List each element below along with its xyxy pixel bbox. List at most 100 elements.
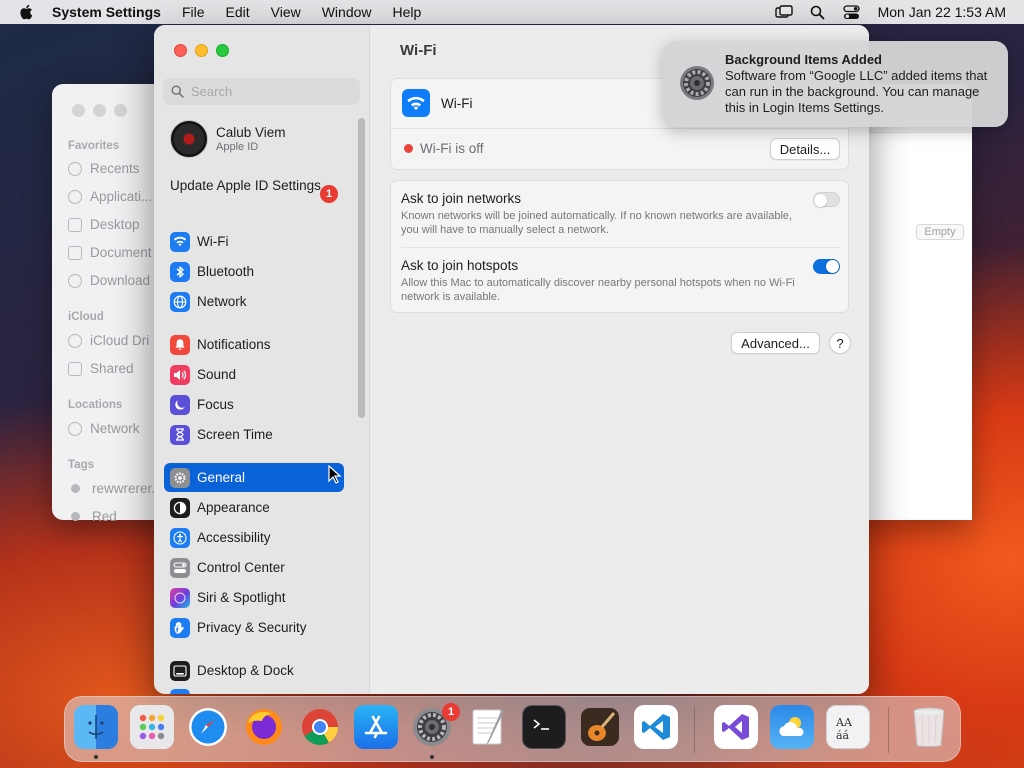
clock-icon bbox=[68, 161, 82, 176]
spotlight-search-icon[interactable] bbox=[808, 4, 828, 20]
sidebar-item-accessibility[interactable]: Accessibility bbox=[164, 523, 344, 552]
hand-icon bbox=[170, 617, 190, 638]
ask-join-networks-title: Ask to join networks bbox=[401, 191, 522, 206]
minimize-button[interactable] bbox=[195, 44, 208, 57]
advanced-button[interactable]: Advanced... bbox=[731, 332, 820, 354]
dock-garageband[interactable] bbox=[578, 705, 622, 749]
ask-join-hotspots-toggle[interactable] bbox=[813, 259, 840, 274]
sidebar-item-focus[interactable]: Focus bbox=[164, 390, 344, 419]
sidebar-item-control-center[interactable]: Control Center bbox=[164, 553, 344, 582]
finder-item-applications[interactable]: Applicati... bbox=[68, 189, 152, 204]
dock-font-book[interactable]: AA áá bbox=[826, 705, 870, 749]
sidebar-item-network[interactable]: Network bbox=[164, 287, 344, 316]
cloud-icon bbox=[68, 333, 82, 348]
sidebar-item-bluetooth[interactable]: Bluetooth bbox=[164, 257, 344, 286]
menu-help[interactable]: Help bbox=[393, 4, 422, 20]
sidebar-item-label: Wi-Fi bbox=[197, 234, 229, 249]
dock-visual-studio[interactable] bbox=[714, 705, 758, 749]
dock-textedit[interactable] bbox=[466, 705, 510, 749]
dock-trash[interactable] bbox=[907, 705, 951, 749]
finder-item-label: Document bbox=[90, 245, 152, 260]
app-menu[interactable]: System Settings bbox=[52, 4, 161, 20]
sidebar-item-privacy-security[interactable]: Privacy & Security bbox=[164, 613, 344, 642]
apple-id-account[interactable]: Calub Viem Apple ID bbox=[170, 120, 286, 158]
control-center-icon[interactable] bbox=[842, 4, 862, 20]
finder-maximize-button[interactable] bbox=[114, 104, 127, 117]
finder-item-tag[interactable]: Red bbox=[68, 509, 117, 524]
notification-body: Software from “Google LLC” added items t… bbox=[725, 68, 988, 115]
finder-item-label: Network bbox=[90, 421, 140, 436]
maximize-button[interactable] bbox=[216, 44, 229, 57]
ask-join-networks-description: Known networks will be joined automatica… bbox=[401, 210, 793, 236]
finder-minimize-button[interactable] bbox=[93, 104, 106, 117]
background-items-notification[interactable]: Background Items Added Software from “Go… bbox=[663, 41, 1008, 127]
dock-terminal[interactable] bbox=[522, 705, 566, 749]
apple-logo-icon[interactable] bbox=[18, 3, 36, 21]
dock-chrome[interactable] bbox=[298, 705, 342, 749]
sidebar-item-label: Focus bbox=[197, 397, 234, 412]
sidebar-item-label: Siri & Spotlight bbox=[197, 590, 286, 605]
update-apple-id-settings[interactable]: Update Apple ID Settings bbox=[170, 178, 340, 194]
sidebar-item-sound[interactable]: Sound bbox=[164, 360, 344, 389]
finder-item-tag[interactable]: rewwrerer... bbox=[68, 481, 163, 496]
finder-item-icloud-drive[interactable]: iCloud Dri bbox=[68, 333, 149, 348]
search-icon bbox=[171, 85, 184, 98]
dock-weather[interactable] bbox=[770, 705, 814, 749]
toggle-knob bbox=[826, 260, 839, 273]
globe-icon bbox=[68, 421, 82, 436]
finder-item-documents[interactable]: Document bbox=[68, 245, 152, 260]
sidebar-item-appearance[interactable]: Appearance bbox=[164, 493, 344, 522]
sidebar-item-label: Privacy & Security bbox=[197, 620, 307, 635]
dock-launchpad[interactable] bbox=[130, 705, 174, 749]
finder-item-label: Download bbox=[90, 273, 151, 288]
finder-item-shared[interactable]: Shared bbox=[68, 361, 134, 376]
finder-face-icon bbox=[88, 715, 104, 739]
finder-item-recents[interactable]: Recents bbox=[68, 161, 140, 176]
dock-safari[interactable] bbox=[186, 705, 230, 749]
menu-bar-clock[interactable]: Mon Jan 22 1:53 AM bbox=[878, 4, 1006, 20]
ask-join-hotspots-title: Ask to join hotspots bbox=[401, 258, 519, 273]
dock-app-store[interactable] bbox=[354, 705, 398, 749]
sidebar-item-desktop-dock[interactable]: Desktop & Dock bbox=[164, 656, 344, 685]
ask-join-networks-toggle[interactable] bbox=[813, 192, 840, 207]
dock-finder[interactable] bbox=[74, 705, 118, 749]
notification-title: Background Items Added bbox=[725, 52, 882, 67]
close-button[interactable] bbox=[174, 44, 187, 57]
document-icon bbox=[68, 245, 82, 260]
help-button[interactable]: ? bbox=[829, 332, 851, 354]
screen-mirroring-icon[interactable] bbox=[774, 4, 794, 20]
dock-vscode[interactable] bbox=[634, 705, 678, 749]
finder-section-locations: Locations bbox=[68, 399, 123, 411]
compass-icon bbox=[189, 708, 227, 746]
sidebar-item-siri-spotlight[interactable]: Siri & Spotlight bbox=[164, 583, 344, 612]
sidebar-item-label: General bbox=[197, 470, 246, 485]
menu-edit[interactable]: Edit bbox=[226, 4, 250, 20]
applications-icon bbox=[68, 189, 82, 204]
update-badge: 1 bbox=[320, 185, 338, 203]
dock-firefox[interactable] bbox=[242, 705, 286, 749]
sidebar-scrollbar[interactable] bbox=[358, 118, 365, 418]
sidebar-item-notifications[interactable]: Notifications bbox=[164, 330, 344, 359]
menu-file[interactable]: File bbox=[182, 4, 205, 20]
terminal-prompt-icon bbox=[533, 719, 549, 730]
search-field[interactable]: Search bbox=[163, 78, 360, 105]
siri-icon bbox=[170, 587, 190, 608]
finder-item-desktop[interactable]: Desktop bbox=[68, 217, 140, 232]
textedit-icon bbox=[472, 709, 504, 745]
divider bbox=[391, 128, 848, 129]
menu-view[interactable]: View bbox=[271, 4, 301, 20]
finder-close-button[interactable] bbox=[72, 104, 85, 117]
gear-icon bbox=[677, 63, 717, 103]
finder-item-downloads[interactable]: Download bbox=[68, 273, 150, 288]
sidebar-item-screen-time[interactable]: Screen Time bbox=[164, 420, 344, 449]
menu-window[interactable]: Window bbox=[322, 4, 372, 20]
wifi-status-dot bbox=[404, 144, 413, 153]
empty-trash-button[interactable]: Empty bbox=[916, 224, 964, 240]
sidebar-item-label: Desktop & Dock bbox=[197, 663, 294, 678]
finder-item-network[interactable]: Network bbox=[68, 421, 140, 436]
sidebar-item-wifi[interactable]: Wi-Fi bbox=[164, 227, 344, 256]
running-indicator bbox=[430, 755, 434, 759]
details-button[interactable]: Details... bbox=[770, 138, 840, 160]
sidebar-item-general[interactable]: General bbox=[164, 463, 344, 492]
finder-traffic-lights bbox=[72, 104, 127, 117]
